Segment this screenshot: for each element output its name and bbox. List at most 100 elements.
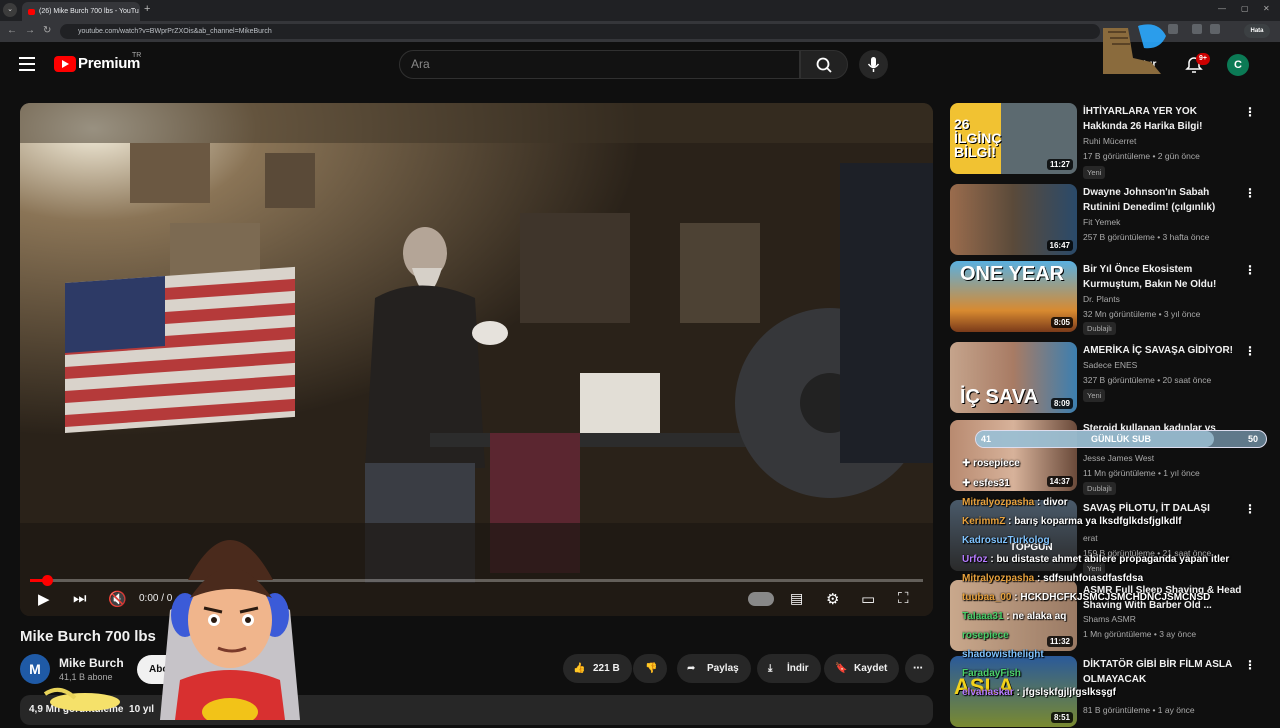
recommendation-item[interactable]: 26 İLGİNÇ BİLGİ! 11:27 İHTİYARLARA YER Y… xyxy=(950,103,1265,179)
next-icon[interactable]: ⏭ xyxy=(73,590,87,607)
video-duration: 16:47 xyxy=(1046,240,1073,251)
video-title: AMERİKA İÇ SAVAŞA GİDİYOR! xyxy=(1083,345,1234,356)
browser-tab-active[interactable]: (26) Mike Burch 700 lbs - YouTu × xyxy=(22,2,140,21)
sub-event: ✚ esfes31 xyxy=(962,478,1010,489)
fullscreen-icon[interactable]: ⛶ xyxy=(898,590,909,607)
chat-message: Mitralyozpasha : divor xyxy=(962,497,1068,508)
back-icon[interactable]: ← xyxy=(7,25,17,36)
thumbs-down-icon: 👎 xyxy=(645,663,658,674)
settings-gear-icon[interactable]: ⚙ xyxy=(826,590,839,608)
tab-title: (26) Mike Burch 700 lbs - YouTu xyxy=(39,8,139,15)
channel-name[interactable]: Mike Burch xyxy=(59,656,124,670)
recommendation-item[interactable]: İÇ SAVA 8:09 AMERİKA İÇ SAVAŞA GİDİYOR! … xyxy=(950,342,1265,414)
more-options-icon[interactable]: ⋮ xyxy=(1244,105,1256,119)
youtube-logo-icon[interactable] xyxy=(54,56,76,72)
url-field[interactable]: youtube.com/watch?v=BWprPrZXOis&ab_chann… xyxy=(60,24,1100,39)
maximize-icon[interactable]: ▢ xyxy=(1241,4,1249,13)
menu-icon[interactable] xyxy=(19,57,35,71)
chat-username: rosepiece xyxy=(962,630,1009,641)
extension-icon[interactable] xyxy=(1210,24,1220,34)
chat-text: divor xyxy=(1043,497,1068,508)
sub-goal-label: GÜNLÜK SUB xyxy=(1091,434,1151,444)
subtitles-icon[interactable]: ▤ xyxy=(790,590,803,607)
dubbed-badge: Dublajlı xyxy=(1083,322,1117,335)
tab-search-button[interactable]: ⌄ xyxy=(3,3,17,17)
recommendation-item[interactable]: 16:47 Dwayne Johnson'ın Sabah Rutinini D… xyxy=(950,184,1265,256)
subscriber-count: 41,1 B abone xyxy=(59,672,113,682)
search-button[interactable] xyxy=(800,50,848,79)
chat-username: Mitralyozpasha xyxy=(962,497,1035,508)
brand-name[interactable]: Premium xyxy=(78,55,140,72)
video-thumbnail: 16:47 xyxy=(950,184,1077,255)
video-title: İHTİYARLARA YER YOK Hakkında 26 Harika B… xyxy=(1083,106,1203,132)
profile-error-button[interactable]: Hata xyxy=(1244,24,1270,38)
video-meta: 11 Mn görüntüleme • 1 yıl önce xyxy=(1083,468,1200,478)
address-bar-row: ← → ↻ youtube.com/watch?v=BWprPrZXOis&ab… xyxy=(0,21,1280,42)
new-badge: Yeni xyxy=(1083,166,1106,179)
save-label: Kaydet xyxy=(854,663,888,674)
video-duration: 8:51 xyxy=(1050,712,1073,723)
scrubber-handle[interactable] xyxy=(42,575,53,586)
video-thumbnail: ONE YEAR 8:05 xyxy=(950,261,1077,332)
recommendation-item[interactable]: ONE YEAR 8:05 Bir Yıl Önce Ekosistem Kur… xyxy=(950,261,1265,335)
autoplay-toggle[interactable] xyxy=(748,592,774,606)
search-input[interactable]: Ara xyxy=(399,50,800,79)
chat-message: FaradayFish xyxy=(962,668,1262,679)
chat-text: barış koparma ya lksdfglkdsfjglkdlf xyxy=(1014,516,1182,527)
bookmark-icon: 🔖 xyxy=(835,663,848,674)
thumbnail-text: İÇ SAVA xyxy=(960,386,1039,408)
boots-sticker-image xyxy=(1103,24,1166,74)
close-window-icon[interactable]: ✕ xyxy=(1263,4,1270,13)
reload-icon[interactable]: ↻ xyxy=(43,25,51,36)
extension-icon[interactable] xyxy=(1168,24,1178,34)
daily-sub-goal-bar: 41 GÜNLÜK SUB 50 xyxy=(975,430,1267,448)
more-options-icon[interactable]: ⋮ xyxy=(1244,263,1256,277)
chat-username: KadrosuzTurkolog xyxy=(962,535,1050,546)
chat-username: Mitralyozpasha xyxy=(962,573,1035,584)
mute-icon[interactable]: 🔇 xyxy=(108,590,127,608)
youtube-favicon-icon xyxy=(28,8,35,15)
more-options-icon[interactable]: ⋮ xyxy=(1244,344,1256,358)
download-label: İndir xyxy=(787,663,809,674)
chat-message: KadrosuzTurkolog xyxy=(962,535,1262,546)
more-actions-button[interactable]: ⋯ xyxy=(905,654,934,683)
browser-tab-strip: ⌄ (26) Mike Burch 700 lbs - YouTu × + — … xyxy=(0,0,1280,21)
video-title: Bir Yıl Önce Ekosistem Kurmuştum, Bakın … xyxy=(1083,264,1217,290)
chat-message: rosepiece xyxy=(962,630,1262,641)
more-options-icon[interactable]: ⋮ xyxy=(1244,186,1256,200)
chat-username: KerimmZ xyxy=(962,516,1006,527)
forward-icon[interactable]: → xyxy=(25,25,35,36)
chat-text: sdfsıuhfoıasdfasfdsa xyxy=(1043,573,1144,584)
new-tab-icon[interactable]: + xyxy=(144,3,150,15)
account-avatar[interactable]: C xyxy=(1227,54,1249,76)
channel-name: Dr. Plants xyxy=(1083,294,1120,304)
share-label: Paylaş xyxy=(707,663,739,674)
minimize-icon[interactable]: — xyxy=(1218,4,1226,13)
video-thumbnail: İÇ SAVA 8:09 xyxy=(950,342,1077,413)
search-icon xyxy=(816,57,832,73)
save-button[interactable]: 🔖 Kaydet xyxy=(824,654,900,683)
download-arrow-icon: ⤓ xyxy=(768,663,773,674)
thumbs-up-icon: 👍 xyxy=(573,663,586,674)
chat-username: Urfoz xyxy=(962,554,988,565)
share-button[interactable]: ➦ Paylaş xyxy=(677,654,751,683)
download-icon[interactable] xyxy=(1192,24,1202,34)
chat-username: elvanaskar xyxy=(962,687,1014,698)
dislike-button[interactable]: 👎 xyxy=(633,654,667,683)
chat-message: shadowisthelight xyxy=(962,649,1262,660)
play-icon[interactable]: ▶ xyxy=(38,590,50,608)
download-button[interactable]: ⤓ İndir xyxy=(757,654,821,683)
channel-avatar[interactable]: M xyxy=(20,654,50,684)
video-duration: 8:09 xyxy=(1050,398,1073,409)
video-meta: 32 Mn görüntüleme • 3 yıl önce xyxy=(1083,309,1201,319)
share-icon: ➦ xyxy=(687,663,696,674)
channel-name: Fit Yemek xyxy=(1083,217,1121,227)
like-button[interactable]: 👍 221 B xyxy=(563,654,632,683)
thumbnail-text: 26 İLGİNÇ BİLGİ! xyxy=(954,116,1002,160)
theater-mode-icon[interactable]: ▭ xyxy=(861,590,875,608)
streamer-cartoon-avatar xyxy=(160,540,300,720)
chat-text: HCKDHCFKJSMCJSMCHDNCJSMCNSD xyxy=(1020,592,1211,603)
sub-event: ✚ rosepiece xyxy=(962,458,1020,469)
url-text: youtube.com/watch?v=BWprPrZXOis&ab_chann… xyxy=(78,28,272,35)
voice-search-button[interactable] xyxy=(859,50,888,79)
